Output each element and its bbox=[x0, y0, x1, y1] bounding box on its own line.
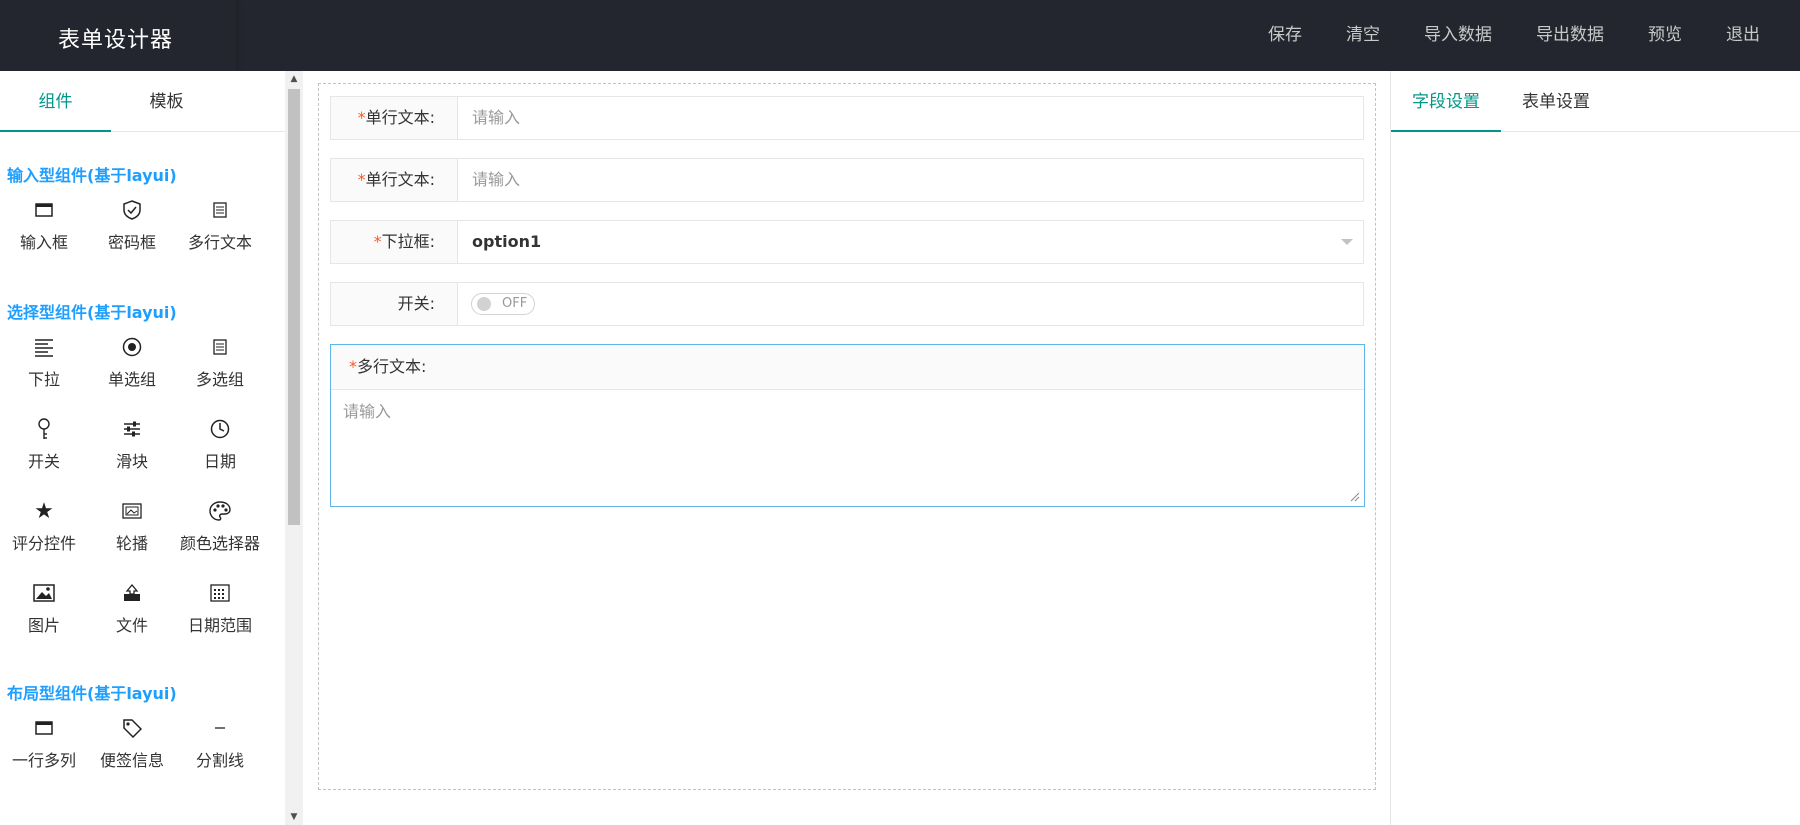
list-icon bbox=[34, 336, 54, 358]
scroll-thumb[interactable] bbox=[288, 89, 300, 525]
app-title: 表单设计器 bbox=[58, 28, 174, 53]
comp-rate[interactable]: ★ 评分控件 bbox=[0, 494, 88, 576]
comp-colorpicker[interactable]: 颜色选择器 bbox=[176, 494, 264, 576]
tag-icon bbox=[122, 717, 142, 739]
nav-logout[interactable]: 退出 bbox=[1704, 0, 1800, 71]
right-tabs: 字段设置 表单设置 bbox=[1391, 71, 1800, 132]
field-label: *单行文本: bbox=[331, 97, 458, 139]
input-components: 输入框 密码框 多行文本 bbox=[0, 193, 285, 275]
form-field-text-2[interactable]: *单行文本: 请输入 bbox=[330, 158, 1364, 202]
input-icon bbox=[35, 199, 53, 221]
shield-icon bbox=[123, 199, 141, 221]
top-header: 表单设计器 保存 清空 导入数据 导出数据 预览 退出 bbox=[0, 0, 1800, 71]
comp-daterange[interactable]: 日期范围 bbox=[176, 576, 264, 658]
field-label: *多行文本: bbox=[331, 345, 1364, 390]
comp-slider[interactable]: 滑块 bbox=[88, 412, 176, 494]
field-label: *单行文本: bbox=[331, 159, 458, 201]
comp-date[interactable]: 日期 bbox=[176, 412, 264, 494]
logo-area: 表单设计器 bbox=[0, 0, 236, 71]
comp-select[interactable]: 下拉 bbox=[0, 330, 88, 412]
resize-handle-icon[interactable] bbox=[1350, 492, 1360, 502]
comp-textarea[interactable]: 多行文本 bbox=[176, 193, 264, 275]
left-scrollbar[interactable]: ▲ ▼ bbox=[285, 71, 303, 825]
comp-password[interactable]: 密码框 bbox=[88, 193, 176, 275]
settings-panel: 字段设置 表单设置 bbox=[1390, 71, 1800, 825]
comp-radio[interactable]: 单选组 bbox=[88, 330, 176, 412]
field-label: 开关: bbox=[331, 283, 458, 325]
scroll-down-icon[interactable]: ▼ bbox=[285, 809, 303, 825]
upload-icon bbox=[123, 582, 141, 604]
checkbox-icon bbox=[213, 336, 227, 358]
switch-knob bbox=[477, 297, 491, 311]
section-input-title: 输入型组件(基于layui) bbox=[7, 166, 177, 185]
comp-switch[interactable]: 开关 bbox=[0, 412, 88, 494]
chevron-down-icon[interactable] bbox=[1341, 239, 1353, 245]
clock-icon bbox=[210, 418, 230, 440]
layout-components: 一行多列 便签信息 分割线 bbox=[0, 711, 285, 793]
textarea-input[interactable]: 请输入 bbox=[331, 390, 1364, 430]
comp-image[interactable]: 图片 bbox=[0, 576, 88, 658]
comp-checkbox[interactable]: 多选组 bbox=[176, 330, 264, 412]
switch-icon bbox=[36, 418, 52, 440]
comp-input[interactable]: 输入框 bbox=[0, 193, 88, 275]
scroll-up-icon[interactable]: ▲ bbox=[285, 71, 303, 87]
component-panel: 组件 模板 输入型组件(基于layui) 输入框 密码框 多行文本 选择型组件(… bbox=[0, 71, 285, 825]
slider-icon bbox=[123, 418, 141, 440]
comp-tag[interactable]: 便签信息 bbox=[88, 711, 176, 793]
text-input-2[interactable]: 请输入 bbox=[472, 159, 520, 201]
nav-preview[interactable]: 预览 bbox=[1626, 0, 1704, 71]
columns-icon bbox=[35, 717, 53, 739]
section-select-title: 选择型组件(基于layui) bbox=[7, 303, 177, 322]
tab-components[interactable]: 组件 bbox=[0, 71, 111, 132]
nav-clear[interactable]: 清空 bbox=[1324, 0, 1402, 71]
left-tabs: 组件 模板 bbox=[0, 71, 285, 132]
divider-icon bbox=[214, 717, 226, 739]
form-field-text-1[interactable]: *单行文本: 请输入 bbox=[330, 96, 1364, 140]
select-value[interactable]: option1 bbox=[472, 221, 541, 263]
switch-text: OFF bbox=[502, 296, 528, 311]
comp-divider[interactable]: 分割线 bbox=[176, 711, 264, 793]
comp-file[interactable]: 文件 bbox=[88, 576, 176, 658]
star-icon: ★ bbox=[34, 498, 54, 524]
tab-templates[interactable]: 模板 bbox=[111, 71, 222, 131]
field-label: *下拉框: bbox=[331, 221, 458, 263]
form-field-switch[interactable]: 开关: OFF bbox=[330, 282, 1364, 326]
tab-form-settings[interactable]: 表单设置 bbox=[1501, 71, 1611, 131]
top-nav: 保存 清空 导入数据 导出数据 预览 退出 bbox=[1246, 0, 1800, 71]
form-field-select[interactable]: *下拉框: option1 bbox=[330, 220, 1364, 264]
textarea-icon bbox=[213, 199, 227, 221]
nav-import[interactable]: 导入数据 bbox=[1402, 0, 1514, 71]
radio-icon bbox=[122, 336, 142, 358]
tab-field-settings[interactable]: 字段设置 bbox=[1391, 71, 1501, 132]
comp-carousel[interactable]: 轮播 bbox=[88, 494, 176, 576]
nav-save[interactable]: 保存 bbox=[1246, 0, 1324, 71]
nav-export[interactable]: 导出数据 bbox=[1514, 0, 1626, 71]
switch-toggle[interactable]: OFF bbox=[471, 293, 535, 315]
section-layout-title: 布局型组件(基于layui) bbox=[7, 684, 177, 703]
text-input-1[interactable]: 请输入 bbox=[472, 97, 520, 139]
carousel-icon bbox=[122, 500, 142, 522]
calendar-icon bbox=[210, 582, 230, 604]
image-icon bbox=[33, 582, 55, 604]
select-components: 下拉 单选组 多选组 开关 滑块 日期 ★ 评分控件 轮播 颜色选择器 图片 文… bbox=[0, 330, 285, 658]
palette-icon bbox=[209, 500, 231, 522]
form-field-textarea[interactable]: *多行文本: 请输入 bbox=[330, 344, 1365, 507]
comp-columns[interactable]: 一行多列 bbox=[0, 711, 88, 793]
